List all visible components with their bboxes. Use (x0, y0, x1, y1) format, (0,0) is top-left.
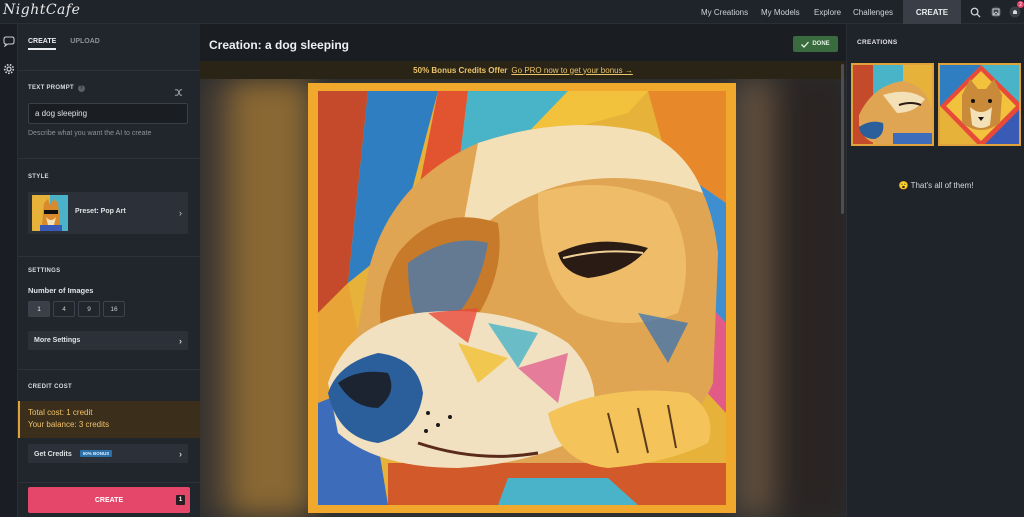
end-of-list-message: 😮 That's all of them! (898, 181, 974, 190)
community-icon[interactable] (2, 34, 16, 48)
chevron-right-icon: › (179, 336, 182, 346)
get-credits-button[interactable]: Get Credits 50% BONUS › (28, 444, 188, 463)
generated-artwork[interactable] (308, 83, 736, 513)
side-rail (0, 24, 18, 517)
top-create-button[interactable]: CREATE (903, 0, 961, 24)
text-prompt-help: Describe what you want the AI to create (28, 130, 152, 137)
divider (18, 158, 200, 159)
notification-badge: 2 (1017, 1, 1024, 8)
style-preset-name: Preset: Pop Art (75, 208, 126, 215)
check-icon (801, 41, 810, 48)
text-prompt-input[interactable]: a dog sleeping (28, 103, 188, 124)
chevron-right-icon: › (179, 449, 182, 459)
settings-label: SETTINGS (28, 268, 61, 274)
creations-panel: CREATIONS 😮 That's all of them! (846, 24, 1024, 517)
total-cost: Total cost: 1 credit (28, 408, 93, 417)
settings-gear-icon[interactable] (2, 62, 16, 76)
view-scrollbar[interactable] (841, 64, 844, 214)
creation-thumbnail-2[interactable] (938, 63, 1021, 146)
image-stage (200, 79, 846, 517)
tab-upload[interactable]: UPLOAD (70, 38, 100, 50)
tab-create[interactable]: CREATE (28, 38, 57, 50)
create-count-badge: 1 (176, 495, 185, 505)
balance: Your balance: 3 credits (28, 420, 110, 429)
nav-explore[interactable]: Explore (814, 0, 841, 24)
nav-challenges[interactable]: Challenges (853, 0, 893, 24)
num-images-9[interactable]: 9 (78, 301, 100, 317)
nav-my-models[interactable]: My Models (761, 0, 800, 24)
creations-title: CREATIONS (857, 39, 898, 46)
search-icon[interactable] (968, 5, 982, 19)
nav-my-creations[interactable]: My Creations (701, 0, 748, 24)
style-preset-selector[interactable]: Preset: Pop Art › (28, 192, 188, 234)
num-images-16[interactable]: 16 (103, 301, 125, 317)
num-images-1[interactable]: 1 (28, 301, 50, 317)
pop-art-dog-thumbnail (32, 195, 68, 231)
create-button[interactable]: CREATE 1 (28, 487, 190, 513)
promo-banner: 50% Bonus Credits Offer Go PRO now to ge… (200, 61, 846, 79)
help-icon[interactable]: ? (77, 85, 85, 92)
gallery-icon[interactable] (989, 5, 1003, 19)
nightcafe-logo[interactable]: NightCafe (3, 2, 80, 18)
credit-cost-label: CREDIT COST (28, 384, 72, 390)
promo-headline: 50% Bonus Credits Offer (413, 65, 508, 75)
chevron-right-icon: › (179, 208, 182, 218)
number-of-images-label: Number of Images (28, 286, 94, 295)
bonus-badge: 50% BONUS (79, 450, 113, 457)
shuffle-icon[interactable] (174, 84, 183, 102)
create-panel: CREATE UPLOAD TEXT PROMPT ? a dog sleepi… (18, 24, 200, 517)
divider (18, 369, 200, 370)
page-title: Creation: a dog sleeping (209, 38, 350, 52)
creation-thumbnail-1[interactable] (851, 63, 934, 146)
creation-view: Creation: a dog sleeping DONE 50% Bonus … (200, 24, 846, 517)
divider (18, 482, 200, 483)
credit-cost-summary: Total cost: 1 credit Your balance: 3 cre… (18, 401, 200, 438)
more-settings-button[interactable]: More Settings › (28, 331, 188, 350)
num-images-4[interactable]: 4 (53, 301, 75, 317)
done-button[interactable]: DONE (793, 36, 838, 52)
top-bar: NightCafe My Creations My Models Explore… (0, 0, 1024, 24)
divider (18, 256, 200, 257)
notifications-bell-icon[interactable]: 2 (1008, 1, 1024, 19)
promo-link[interactable]: Go PRO now to get your bonus → (511, 66, 632, 75)
surprised-emoji-icon: 😮 (898, 181, 909, 190)
style-label: STYLE (28, 174, 49, 180)
divider (18, 70, 200, 71)
number-of-images-options: 1 4 9 16 (28, 301, 125, 317)
text-prompt-label: TEXT PROMPT ? (28, 85, 85, 92)
